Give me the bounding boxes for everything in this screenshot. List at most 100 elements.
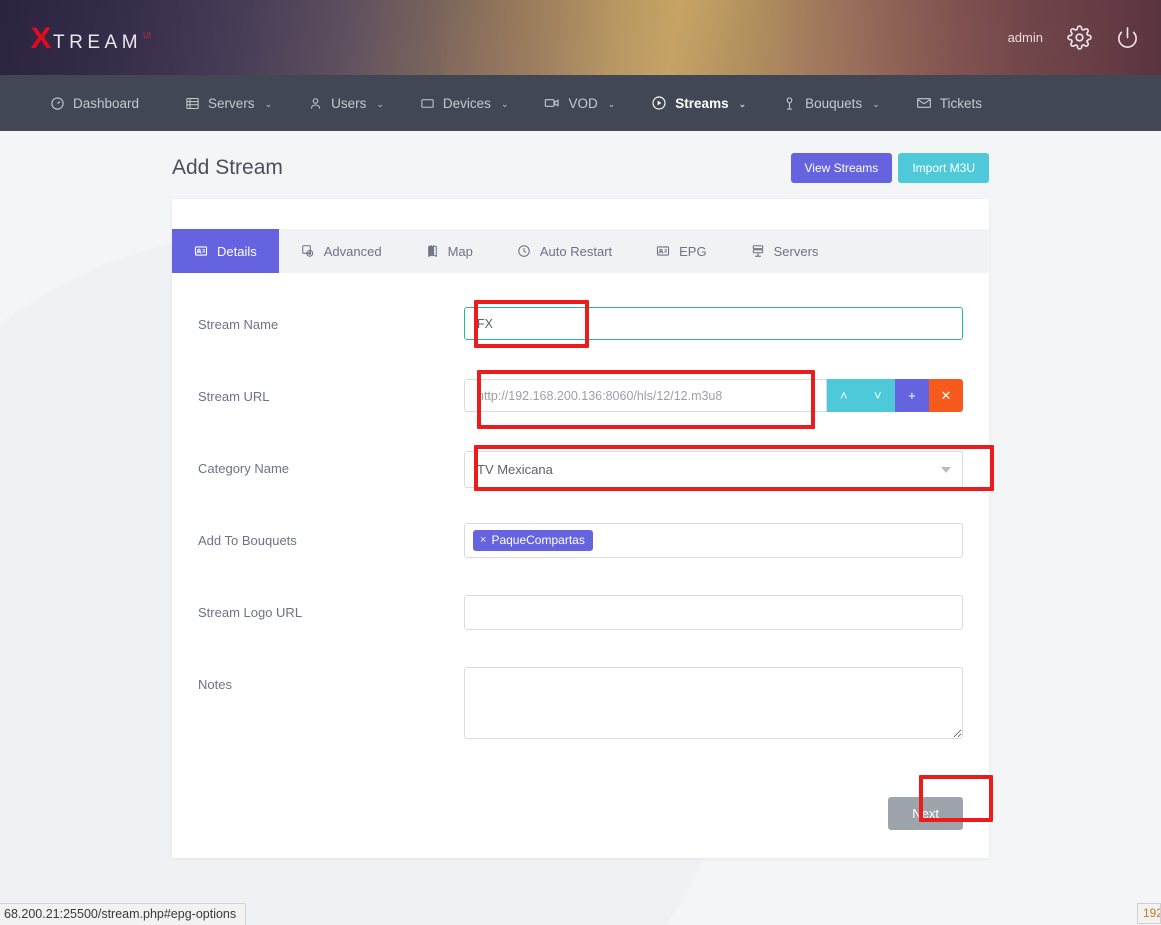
nav-label: Dashboard [73,96,139,111]
field-add-to-bouquets: Add To Bouquets × PaqueCompartas [198,523,963,595]
tab-epg[interactable]: EPG [634,229,728,273]
bouquet-tag[interactable]: × PaqueCompartas [473,530,593,551]
next-button[interactable]: Next [888,797,963,830]
tab-label: Advanced [324,244,382,259]
chevron-down-icon [941,467,951,473]
map-icon [426,244,439,258]
chevron-down-icon: ⌄ [608,99,616,110]
card-top-spacer [172,199,989,229]
category-selected-value: TV Mexicana [477,462,553,477]
chevron-down-icon: ⌄ [501,99,509,110]
add-url-button[interactable]: + [895,379,929,412]
speedometer-icon [50,96,65,111]
page-title: Add Stream [172,156,283,180]
add-stream-form: Stream Name Stream URL ˄ ˅ + ✕ [172,273,989,781]
nav-item-tickets[interactable]: Tickets [898,75,1010,131]
chevron-down-icon: ⌄ [376,99,384,110]
nav-item-users[interactable]: Users ⌄ [290,75,402,131]
logo-wordmark: TREAM [53,32,142,54]
stream-logo-url-input[interactable] [464,595,963,630]
notes-textarea[interactable] [464,667,963,739]
play-circle-icon [651,95,667,111]
app-logo[interactable]: X TREAM UI [31,24,151,54]
id-card-icon [194,244,208,258]
page-body: Add Stream View Streams Import M3U Detai… [0,131,1161,925]
nav-item-dashboard[interactable]: Dashboard [32,75,167,131]
form-tabs: Details Advanced Map [172,229,989,273]
current-user-label[interactable]: admin [1008,30,1043,45]
chevron-down-icon: ⌄ [739,99,747,110]
chevron-down-icon: ⌄ [265,99,273,110]
tab-auto-restart[interactable]: Auto Restart [495,229,634,273]
field-stream-name: Stream Name [198,307,963,379]
remove-tag-icon[interactable]: × [480,534,486,546]
video-icon [544,95,560,111]
main-navbar: Dashboard Servers ⌄ Users ⌄ Devices ⌄ VO… [0,75,1161,131]
move-up-button[interactable]: ˄ [827,379,861,412]
field-category-name: Category Name TV Mexicana [198,451,963,523]
power-icon[interactable] [1116,26,1139,49]
tab-label: Servers [774,244,819,259]
tab-label: Details [217,244,257,259]
tab-label: Map [448,244,473,259]
category-name-select[interactable]: TV Mexicana [464,451,963,488]
stream-name-input[interactable] [464,307,963,340]
browser-status-url: 68.200.21:25500/stream.php#epg-options [0,903,246,925]
nav-label: Users [331,96,366,111]
add-stream-card: Details Advanced Map [172,199,989,858]
field-label: Add To Bouquets [198,523,464,548]
device-icon [420,96,435,111]
field-stream-logo-url: Stream Logo URL [198,595,963,667]
field-notes: Notes [198,667,963,751]
chevron-down-icon: ⌄ [872,99,880,110]
remove-url-button[interactable]: ✕ [929,379,963,412]
epg-card-icon [656,244,670,258]
brand-header: X TREAM UI admin [0,0,1161,75]
tab-label: Auto Restart [540,244,612,259]
clock-icon [517,244,531,258]
content-container: Add Stream View Streams Import M3U Detai… [172,131,989,858]
server-stack-icon [751,244,765,258]
nav-label: Streams [675,96,728,111]
server-icon [185,96,200,111]
stream-url-group: ˄ ˅ + ✕ [464,379,963,412]
browser-corner-chip: 192 [1137,903,1161,924]
stream-url-input[interactable] [464,379,827,412]
form-footer: Next [172,781,989,858]
tab-details[interactable]: Details [172,229,279,273]
field-label: Stream Name [198,307,464,332]
bouquet-tag-label: PaqueCompartas [491,533,584,547]
nav-item-devices[interactable]: Devices ⌄ [402,75,527,131]
field-stream-url: Stream URL ˄ ˅ + ✕ [198,379,963,451]
tab-advanced[interactable]: Advanced [279,229,404,273]
field-label: Notes [198,667,464,692]
nav-item-bouquets[interactable]: Bouquets ⌄ [764,75,898,131]
field-label: Stream Logo URL [198,595,464,620]
tab-map[interactable]: Map [404,229,495,273]
bouquets-multiselect[interactable]: × PaqueCompartas [464,523,963,558]
logo-x-mark: X [30,24,51,54]
field-label: Category Name [198,451,464,476]
bouquet-icon [782,96,797,111]
page-header-actions: View Streams Import M3U [791,153,990,183]
user-icon [308,96,323,111]
move-down-button[interactable]: ˅ [861,379,895,412]
nav-item-vod[interactable]: VOD ⌄ [526,75,633,131]
logo-superscript: UI [143,31,151,40]
header-right-controls: admin [1008,0,1139,75]
field-label: Stream URL [198,379,464,404]
tab-servers[interactable]: Servers [729,229,841,273]
nav-label: Bouquets [805,96,862,111]
nav-item-streams[interactable]: Streams ⌄ [633,75,764,131]
nav-label: Tickets [940,96,982,111]
gear-icon[interactable] [1067,25,1092,50]
nav-label: Servers [208,96,255,111]
cogs-box-icon [301,244,315,258]
nav-item-servers[interactable]: Servers ⌄ [167,75,290,131]
nav-label: VOD [568,96,597,111]
envelope-icon [916,95,932,111]
page-header: Add Stream View Streams Import M3U [172,131,989,199]
view-streams-button[interactable]: View Streams [791,153,893,183]
tab-label: EPG [679,244,706,259]
import-m3u-button[interactable]: Import M3U [898,153,989,183]
